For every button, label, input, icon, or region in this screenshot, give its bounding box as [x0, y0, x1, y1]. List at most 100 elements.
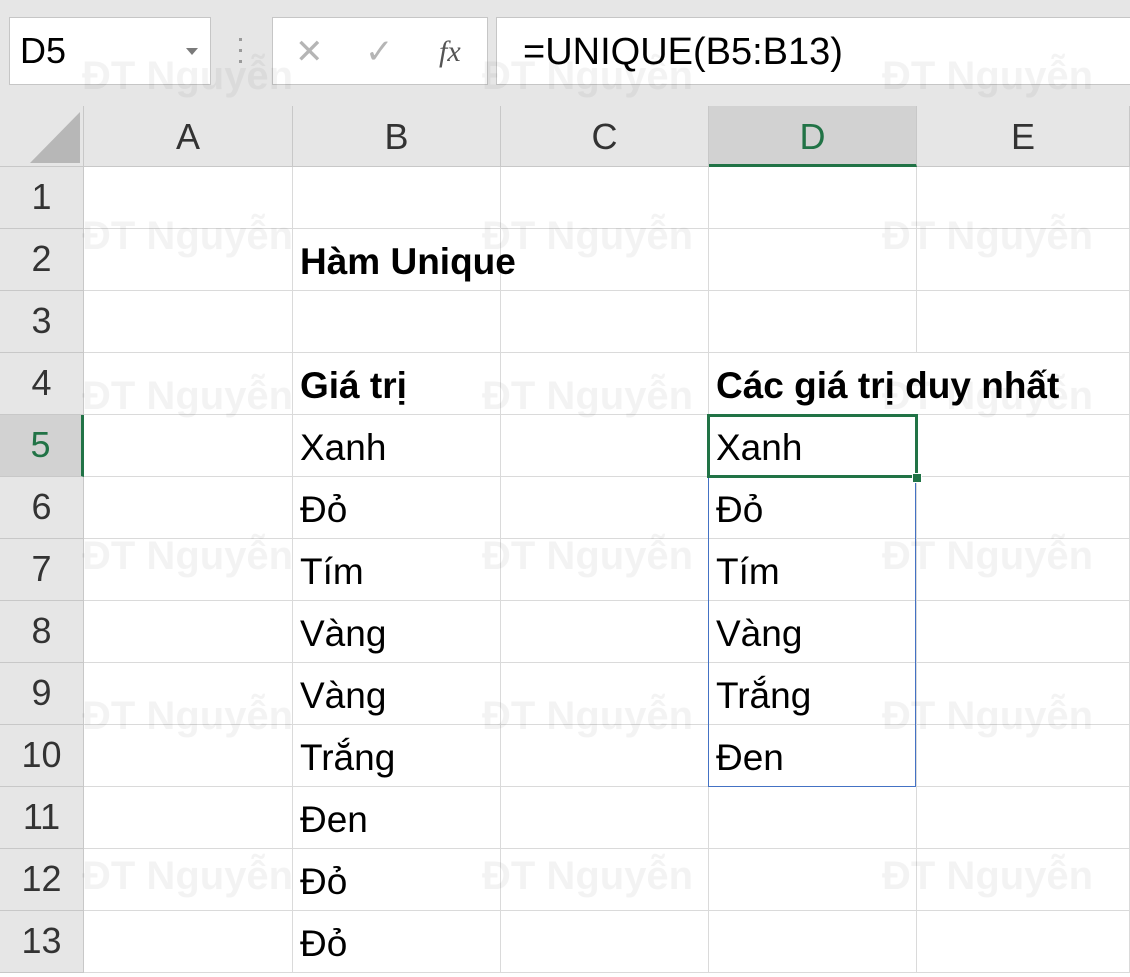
row-header-5[interactable]: 5 — [0, 415, 84, 477]
row-header-6[interactable]: 6 — [0, 477, 84, 539]
cell-value: Trắng — [300, 737, 396, 778]
cell-b3[interactable] — [293, 291, 501, 353]
cell-b6[interactable]: Đỏ — [293, 477, 501, 539]
cell-c7[interactable] — [501, 539, 709, 601]
enter-icon[interactable]: ✓ — [365, 32, 394, 72]
row-header-2[interactable]: 2 — [0, 229, 84, 291]
cell-c9[interactable] — [501, 663, 709, 725]
cell-b12[interactable]: Đỏ — [293, 849, 501, 911]
cell-value: Giá trị — [300, 365, 407, 406]
cell-c6[interactable] — [501, 477, 709, 539]
cell-value: Đỏ — [300, 923, 348, 964]
cell-d13[interactable] — [709, 911, 917, 973]
cell-d6[interactable]: Đỏ — [709, 477, 917, 539]
column-header-a[interactable]: A — [84, 106, 293, 167]
cell-e3[interactable] — [917, 291, 1130, 353]
column-header-b[interactable]: B — [293, 106, 501, 167]
cell-b4[interactable]: Giá trị — [293, 353, 501, 415]
column-header-e[interactable]: E — [917, 106, 1130, 167]
cell-c2[interactable] — [501, 229, 709, 291]
cell-c4[interactable] — [501, 353, 709, 415]
cell-value: Vàng — [300, 613, 387, 654]
cell-e12[interactable] — [917, 849, 1130, 911]
cell-d12[interactable] — [709, 849, 917, 911]
cell-a4[interactable] — [84, 353, 293, 415]
formula-buttons: ✕ ✓ fx — [272, 17, 488, 85]
cell-e7[interactable] — [917, 539, 1130, 601]
fill-handle[interactable] — [912, 473, 922, 483]
cell-b5[interactable]: Xanh — [293, 415, 501, 477]
cell-c13[interactable] — [501, 911, 709, 973]
row-header-10[interactable]: 10 — [0, 725, 84, 787]
cell-d9[interactable]: Trắng — [709, 663, 917, 725]
cell-d1[interactable] — [709, 167, 917, 229]
cell-e1[interactable] — [917, 167, 1130, 229]
cell-a6[interactable] — [84, 477, 293, 539]
formula-text: =UNIQUE(B5:B13) — [523, 31, 843, 73]
cell-c12[interactable] — [501, 849, 709, 911]
cancel-icon[interactable]: ✕ — [295, 32, 324, 72]
cell-a2[interactable] — [84, 229, 293, 291]
cell-a13[interactable] — [84, 911, 293, 973]
formula-bar-grip-icon[interactable] — [239, 38, 244, 68]
cell-a5[interactable] — [84, 415, 293, 477]
name-box[interactable]: D5 — [9, 17, 211, 85]
cell-a8[interactable] — [84, 601, 293, 663]
cell-b13[interactable]: Đỏ — [293, 911, 501, 973]
row-header-13[interactable]: 13 — [0, 911, 84, 973]
cell-b11[interactable]: Đen — [293, 787, 501, 849]
cell-c8[interactable] — [501, 601, 709, 663]
cell-c3[interactable] — [501, 291, 709, 353]
row-header-8[interactable]: 8 — [0, 601, 84, 663]
cell-d4[interactable]: Các giá trị duy nhất — [709, 353, 1059, 415]
cell-b9[interactable]: Vàng — [293, 663, 501, 725]
cell-d3[interactable] — [709, 291, 917, 353]
cell-d2[interactable] — [709, 229, 917, 291]
cell-c1[interactable] — [501, 167, 709, 229]
cell-a10[interactable] — [84, 725, 293, 787]
cell-e9[interactable] — [917, 663, 1130, 725]
cell-d11[interactable] — [709, 787, 917, 849]
name-box-dropdown-icon[interactable] — [186, 48, 198, 55]
cell-e11[interactable] — [917, 787, 1130, 849]
column-header-d[interactable]: D — [709, 106, 917, 167]
cell-c11[interactable] — [501, 787, 709, 849]
cell-a9[interactable] — [84, 663, 293, 725]
row-header-4[interactable]: 4 — [0, 353, 84, 415]
cell-a7[interactable] — [84, 539, 293, 601]
cell-e2[interactable] — [917, 229, 1130, 291]
formula-input[interactable]: =UNIQUE(B5:B13) — [496, 17, 1130, 85]
select-all-button[interactable] — [0, 106, 84, 167]
row-header-7[interactable]: 7 — [0, 539, 84, 601]
cell-b7[interactable]: Tím — [293, 539, 501, 601]
cell-d7[interactable]: Tím — [709, 539, 917, 601]
cell-a12[interactable] — [84, 849, 293, 911]
row-header-3[interactable]: 3 — [0, 291, 84, 353]
cell-b8[interactable]: Vàng — [293, 601, 501, 663]
cell-b2[interactable]: Hàm Unique — [293, 229, 516, 291]
row-header-11[interactable]: 11 — [0, 787, 84, 849]
cell-e4[interactable] — [917, 353, 1130, 415]
row-header-1[interactable]: 1 — [0, 167, 84, 229]
cell-d5[interactable]: Xanh — [709, 415, 917, 477]
cell-c5[interactable] — [501, 415, 709, 477]
cell-e6[interactable] — [917, 477, 1130, 539]
cell-value: Đen — [716, 737, 784, 778]
cell-e5[interactable] — [917, 415, 1130, 477]
select-all-triangle-icon — [30, 112, 80, 163]
cell-e10[interactable] — [917, 725, 1130, 787]
cell-e8[interactable] — [917, 601, 1130, 663]
cell-c10[interactable] — [501, 725, 709, 787]
column-header-c[interactable]: C — [501, 106, 709, 167]
cell-a11[interactable] — [84, 787, 293, 849]
row-header-12[interactable]: 12 — [0, 849, 84, 911]
row-header-9[interactable]: 9 — [0, 663, 84, 725]
cell-e13[interactable] — [917, 911, 1130, 973]
cell-b1[interactable] — [293, 167, 501, 229]
cell-d10[interactable]: Đen — [709, 725, 917, 787]
insert-function-icon[interactable]: fx — [439, 32, 461, 72]
cell-a3[interactable] — [84, 291, 293, 353]
cell-b10[interactable]: Trắng — [293, 725, 501, 787]
cell-d8[interactable]: Vàng — [709, 601, 917, 663]
cell-a1[interactable] — [84, 167, 293, 229]
